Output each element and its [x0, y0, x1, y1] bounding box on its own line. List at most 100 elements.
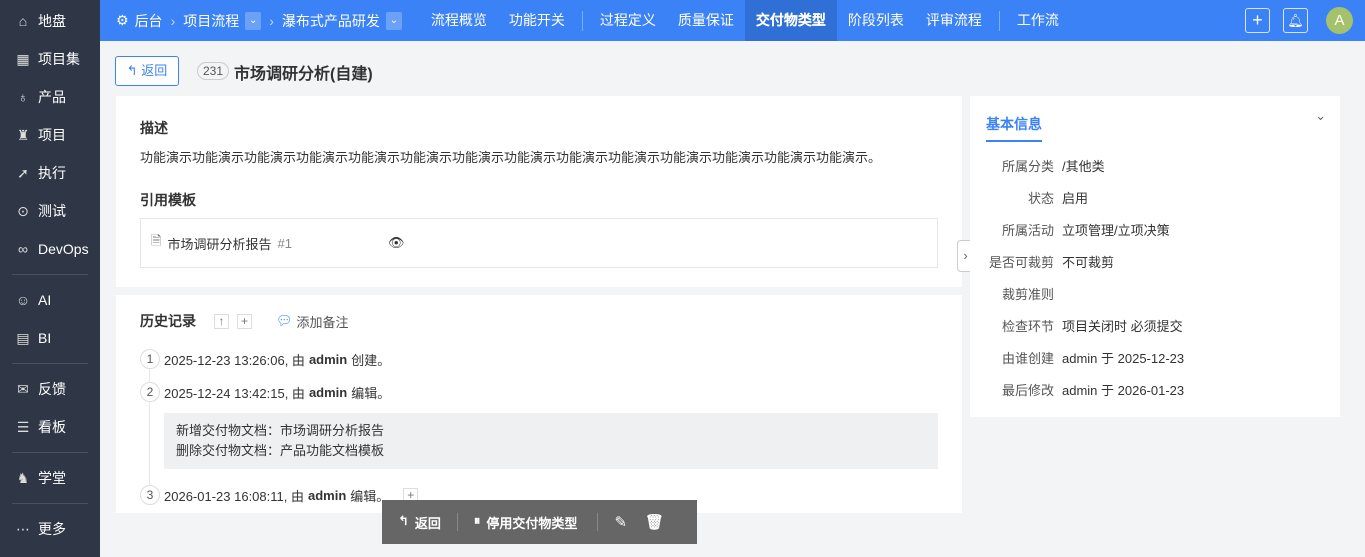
comment-icon: 💬︎ — [276, 313, 293, 328]
bulb-icon: ♁ — [17, 89, 29, 105]
add-button[interactable]: + — [1245, 8, 1270, 33]
tab-label: 质量保证 — [677, 12, 734, 28]
info-label: 状态 — [1027, 191, 1054, 206]
sidebar-item-2[interactable]: ♁ 产品 — [0, 78, 100, 116]
tab-6[interactable]: 评审流程 — [915, 0, 993, 41]
chevron-down-icon[interactable]: ⌄ — [1315, 108, 1326, 124]
tab-7[interactable]: 工作流 — [1006, 0, 1070, 41]
crumb-workflow[interactable]: 项目流程 — [183, 11, 239, 31]
description-card: 描述 功能演示功能演示功能演示功能演示功能演示功能演示功能演示功能演示功能演示功… — [116, 96, 962, 287]
breadcrumb: ⚙ 后台 › 项目流程 ⌄ › 瀑布式产品研发 ⌄ — [116, 11, 402, 31]
chevron-down-icon[interactable]: ⌄ — [245, 11, 262, 30]
sidebar-item-8[interactable]: ▤ BI — [0, 319, 100, 357]
info-label: 检查环节 — [1001, 319, 1054, 334]
tab-label: 功能开关 — [508, 12, 565, 28]
edit-icon[interactable]: ✎ — [614, 513, 627, 531]
disable-label: 停用交付物类型 — [486, 515, 578, 531]
history-entry: 3 2026-01-23 16:08:11, 由 admin 编辑。 + — [140, 485, 419, 505]
info-value: 不可裁剪 — [1062, 255, 1115, 270]
info-value: admin 于 2025-12-23 — [1062, 351, 1185, 366]
info-row: 状态 启用 — [970, 188, 1088, 207]
sidebar-item-3[interactable]: ♜ 项目 — [0, 116, 100, 154]
sidebar-item-1[interactable]: ▦ 项目集 — [0, 40, 100, 78]
sort-icon[interactable]: ↑ — [214, 313, 229, 329]
template-title: 引用模板 — [140, 192, 196, 208]
info-row: 所属分类/其他类 — [970, 156, 1105, 175]
history-entry: 1 2025-12-23 13:26:06, 由 admin 创建。 — [140, 349, 390, 369]
sidebar-item-4[interactable]: ➚ 执行 — [0, 154, 100, 192]
crumb-waterfall[interactable]: 瀑布式产品研发 — [282, 11, 380, 31]
info-row: 裁剪准则 — [970, 284, 1062, 303]
back-label: 返回 — [141, 63, 168, 78]
school-icon: ♞ — [16, 469, 30, 486]
sidebar-item-7[interactable]: ☺ AI — [0, 281, 100, 319]
sidebar-item-label: BI — [38, 330, 52, 346]
id-badge: 231 — [197, 62, 230, 80]
info-label: 是否可裁剪 — [988, 255, 1054, 270]
tab-0[interactable]: 流程概览 — [420, 0, 498, 41]
sidebar-item-12[interactable]: ⋯ 更多 — [0, 510, 100, 548]
history-title: 历史记录 — [140, 313, 196, 329]
trash-icon[interactable]: 🗑︎ — [645, 513, 664, 531]
gear-icon: ⚙ — [116, 12, 129, 28]
desc-text: 功能演示功能演示功能演示功能演示功能演示功能演示功能演示功能演示功能演示功能演示… — [140, 150, 882, 165]
tab-label: 过程定义 — [599, 12, 656, 28]
add-note-link[interactable]: 添加备注 — [297, 312, 349, 331]
detail-line: 删除交付物文档：产品功能文档模板 — [176, 443, 385, 458]
tab-5[interactable]: 阶段列表 — [837, 0, 915, 41]
sidebar-item-6[interactable]: ∞ DevOps — [0, 230, 100, 268]
detail-line: 新增交付物文档：市场调研分析报告 — [176, 423, 385, 438]
avatar[interactable]: A — [1326, 7, 1353, 34]
entry-action: 创建。 — [351, 352, 391, 368]
tab-1[interactable]: 功能开关 — [498, 0, 576, 41]
entry-number: 3 — [140, 485, 160, 505]
sidebar-item-label: 更多 — [38, 521, 66, 537]
more-icon: ⋯ — [16, 520, 30, 537]
board-icon: ☰ — [16, 418, 30, 435]
sidebar-item-5[interactable]: ⊙ 测试 — [0, 192, 100, 230]
sidebar-item-label: 项目 — [38, 127, 66, 143]
tab-label: 阶段列表 — [847, 12, 904, 28]
file-icon: 🗎︎ — [151, 233, 162, 248]
history-entry: 2 2025-12-24 13:42:15, 由 admin 编辑。 — [140, 382, 390, 402]
topbar: ⚙ 后台 › 项目流程 ⌄ › 瀑布式产品研发 ⌄ 流程概览 功能开关 过程定义 质量… — [100, 0, 1365, 41]
sidebar-item-11[interactable]: ♞ 学堂 — [0, 459, 100, 497]
sidebar-item-label: DevOps — [38, 241, 89, 257]
sidebar-item-0[interactable]: ⌂ 地盘 — [0, 2, 100, 40]
info-row: 所属活动 立项管理/立项决策 — [970, 220, 1170, 239]
entry-number: 2 — [140, 382, 160, 402]
chevron-down-icon[interactable]: ⌄ — [385, 11, 402, 30]
crumb-admin[interactable]: 后台 — [135, 11, 163, 31]
sidebar: ⌂ 地盘 ▦ 项目集 ♁ 产品 ♜ 项目 ➚ 执行 ⊙ 测试 ∞ DevOps ☺ AI ▤ BI ✉ 反馈 ☰ 看板 ♞ 学… — [0, 0, 100, 557]
home-icon: ⌂ — [18, 13, 28, 29]
expand-icon[interactable]: + — [237, 313, 252, 329]
entry-details: 新增交付物文档：市场调研分析报告 删除交付物文档：产品功能文档模板 — [164, 413, 938, 469]
tab-4[interactable]: 交付物类型 交付物类型 — [744, 0, 837, 41]
desc-title: 描述 — [140, 120, 168, 136]
sidebar-item-label: 看板 — [38, 419, 66, 435]
sidebar-item-9[interactable]: ✉ 反馈 — [0, 370, 100, 408]
info-label: 最后修改 — [1001, 383, 1054, 398]
entry-time: 2025-12-24 13:42:15, 由 — [164, 385, 305, 401]
info-label: 由谁创建 — [1001, 351, 1054, 366]
tab-2[interactable]: 过程定义 — [589, 0, 667, 41]
bell-icon[interactable]: 🔔︎ — [1283, 8, 1308, 33]
test-icon: ⊙ — [17, 202, 29, 219]
tab-3[interactable]: 质量保证 — [667, 0, 745, 41]
eye-icon[interactable]: 👁︎ — [388, 235, 405, 251]
sidebar-item-label: 学堂 — [38, 470, 66, 486]
sidebar-item-label: 执行 — [38, 165, 66, 181]
basic-info-tab[interactable]: 基本信息 — [986, 114, 1042, 142]
info-value: 立项管理/立项决策 — [1062, 223, 1170, 238]
info-value: 项目关闭时 必须提交 — [1062, 319, 1183, 334]
entry-time: 2025-12-23 13:26:06, 由 — [164, 352, 305, 368]
tab-label: 评审流程 — [925, 12, 982, 28]
sidebar-item-10[interactable]: ☰ 看板 — [0, 408, 100, 446]
back-action-button[interactable]: ↰ 返回 — [382, 513, 457, 532]
template-name[interactable]: 市场调研分析报告 — [167, 234, 271, 253]
basic-info-card: 基本信息 ⌄ 所属分类/其他类 状态 启用所属活动 立项管理/立项决策是否可裁剪 不可裁… — [970, 96, 1340, 417]
disable-button[interactable]: ⏸︎ 停用交付物类型 — [458, 513, 598, 532]
back-button[interactable]: ↰ 返回 — [115, 56, 179, 86]
entry-user: admin — [307, 487, 347, 503]
entry-number: 1 — [140, 349, 160, 369]
